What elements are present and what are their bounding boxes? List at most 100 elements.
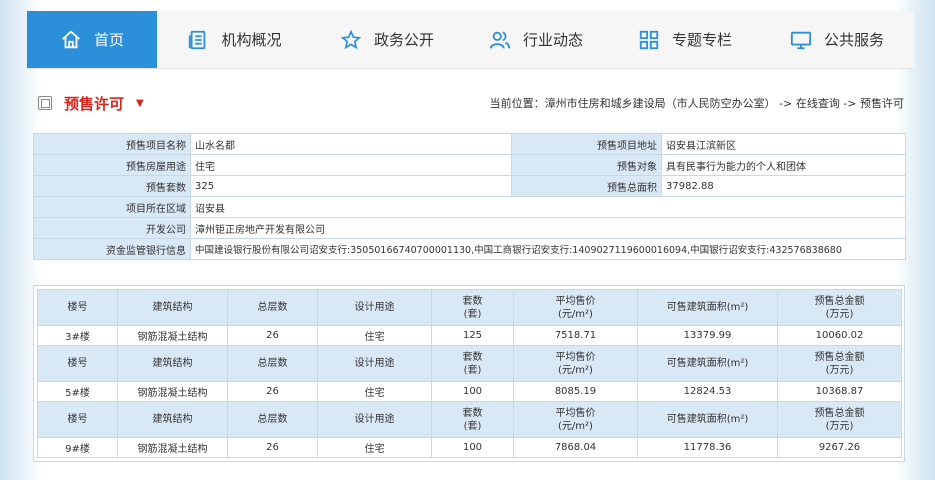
building-units: 100 (431, 381, 514, 402)
building-structure: 钢筋混凝土结构 (117, 381, 228, 402)
header-units-line2: (套) (463, 420, 482, 432)
document-icon (38, 96, 52, 110)
building-data-row: 9#楼 钢筋混凝土结构 26 住宅 100 7868.04 11778.36 9… (37, 437, 902, 458)
info-row: 预售项目名称 山水名都 预售项目地址 诏安县江滨新区 (33, 133, 906, 155)
info-row: 预售房屋用途 住宅 预售对象 具有民事行为能力的个人和团体 (33, 154, 906, 176)
info-label: 预售套数 (33, 175, 191, 197)
header-avg-price-line1: 平均售价 (555, 351, 596, 363)
page-header: 预售许可 ▼ 当前位置：漳州市住房和城乡建设局（市人民防空办公室） -> 在线查… (38, 92, 904, 114)
region-value: 诏安县 (190, 196, 906, 218)
nav-label-industry-news: 行业动态 (522, 31, 583, 49)
developer-value: 漳州钜正房地产开发有限公司 (190, 217, 906, 239)
header-units: 套数 (套) (431, 401, 514, 438)
building-data-row: 3#楼 钢筋混凝土结构 26 住宅 125 7518.71 13379.99 1… (37, 325, 902, 346)
nav-label-public-services: 公共服务 (823, 31, 884, 49)
building-structure: 钢筋混凝土结构 (117, 437, 228, 458)
breadcrumb: 当前位置：漳州市住房和城乡建设局（市人民防空办公室） -> 在线查询 -> 预售… (489, 97, 904, 110)
building-avg-price: 7518.71 (513, 325, 638, 346)
header-sale-area: 可售建筑面积(m²) (637, 345, 778, 382)
building-floors: 26 (227, 325, 318, 346)
header-sale-area: 可售建筑面积(m²) (637, 289, 778, 326)
header-number: 楼号 (37, 345, 118, 382)
bank-value: 中国建设银行股份有限公司诏安支行:35050166740700001130,中国… (190, 238, 906, 260)
header-avg-price-line2: (元/m²) (558, 308, 593, 320)
header-structure: 建筑结构 (117, 401, 228, 438)
header-units-line2: (套) (463, 364, 482, 376)
building-structure: 钢筋混凝土结构 (117, 325, 228, 346)
info-row: 资金监管银行信息 中国建设银行股份有限公司诏安支行:35050166740700… (33, 238, 906, 260)
building-total: 10368.87 (777, 381, 902, 402)
building-avg-price: 7868.04 (513, 437, 638, 458)
building-total: 9267.26 (777, 437, 902, 458)
header-total-line1: 预售总金额 (814, 407, 865, 419)
usage-value: 住宅 (190, 154, 512, 176)
nav-label-home: 首页 (93, 31, 124, 49)
header-total: 预售总金额 (万元) (777, 401, 902, 438)
header-avg-price-line1: 平均售价 (555, 407, 596, 419)
header-design-use: 设计用途 (317, 345, 432, 382)
nav-item-home[interactable]: 首页 (27, 11, 157, 68)
monitor-icon (790, 31, 812, 49)
header-units: 套数 (套) (431, 289, 514, 326)
header-number: 楼号 (37, 289, 118, 326)
header-avg-price: 平均售价 (元/m²) (513, 401, 638, 438)
header-avg-price-line2: (元/m²) (558, 420, 593, 432)
header-units-line1: 套数 (462, 407, 483, 419)
caret-down-icon[interactable]: ▼ (136, 98, 144, 109)
nav-label-organization: 机构概况 (221, 31, 282, 49)
building-total: 10060.02 (777, 325, 902, 346)
building-header-row: 楼号 建筑结构 总层数 设计用途 套数 (套) 平均售价 (元/m²) 可售建筑面积… (37, 345, 902, 382)
header-floors: 总层数 (227, 345, 318, 382)
header-total: 预售总金额 (万元) (777, 345, 902, 382)
info-label: 预售对象 (511, 154, 662, 176)
info-row: 预售套数 325 预售总面积 37982.88 (33, 175, 906, 197)
header-total-line1: 预售总金额 (814, 295, 865, 307)
header-structure: 建筑结构 (117, 345, 228, 382)
building-avg-price: 8085.19 (513, 381, 638, 402)
info-label: 预售项目地址 (511, 133, 662, 155)
nav-item-public-services[interactable]: 公共服务 (760, 11, 914, 68)
info-label: 预售项目名称 (33, 133, 191, 155)
header-total-line1: 预售总金额 (814, 351, 865, 363)
header-structure: 建筑结构 (117, 289, 228, 326)
building-design-use: 住宅 (317, 437, 432, 458)
building-sale-area: 11778.36 (637, 437, 778, 458)
nav-item-organization[interactable]: 机构概况 (157, 11, 312, 68)
header-units: 套数 (套) (431, 345, 514, 382)
count-value: 325 (190, 175, 512, 197)
page-title: 预售许可 (64, 94, 125, 113)
building-sale-area: 12824.53 (637, 381, 778, 402)
building-number: 9#楼 (37, 437, 118, 458)
building-number: 3#楼 (37, 325, 118, 346)
header-total-line2: (万元) (825, 420, 854, 432)
info-label: 预售房屋用途 (33, 154, 191, 176)
buildings-table: 楼号 建筑结构 总层数 设计用途 套数 (套) 平均售价 (元/m²) 可售建筑面积… (37, 289, 902, 458)
header-number: 楼号 (37, 401, 118, 438)
header-design-use: 设计用途 (317, 401, 432, 438)
home-icon (62, 30, 80, 48)
building-design-use: 住宅 (317, 325, 432, 346)
nav-item-government-affairs[interactable]: 政务公开 (312, 11, 462, 68)
nav-item-industry-news[interactable]: 行业动态 (462, 11, 610, 68)
star-icon (340, 29, 362, 49)
header-design-use: 设计用途 (317, 289, 432, 326)
building-floors: 26 (227, 437, 318, 458)
building-sale-area: 13379.99 (637, 325, 778, 346)
area-value: 37982.88 (661, 175, 906, 197)
header-avg-price: 平均售价 (元/m²) (513, 289, 638, 326)
document-list-icon (189, 30, 206, 49)
info-label: 预售总面积 (511, 175, 662, 197)
building-units: 100 (431, 437, 514, 458)
header-total-line2: (万元) (825, 364, 854, 376)
header-units-line1: 套数 (462, 295, 483, 307)
header-total: 预售总金额 (万元) (777, 289, 902, 326)
info-row: 开发公司 漳州钜正房地产开发有限公司 (33, 217, 906, 239)
target-value: 具有民事行为能力的个人和团体 (661, 154, 906, 176)
buildings-panel: 楼号 建筑结构 总层数 设计用途 套数 (套) 平均售价 (元/m²) 可售建筑面积… (33, 285, 905, 462)
info-label: 开发公司 (33, 217, 191, 239)
nav-item-special-topics[interactable]: 专题专栏 (610, 11, 760, 68)
header-avg-price-line1: 平均售价 (555, 295, 596, 307)
building-header-row: 楼号 建筑结构 总层数 设计用途 套数 (套) 平均售价 (元/m²) 可售建筑面积… (37, 289, 902, 326)
building-design-use: 住宅 (317, 381, 432, 402)
header-sale-area: 可售建筑面积(m²) (637, 401, 778, 438)
